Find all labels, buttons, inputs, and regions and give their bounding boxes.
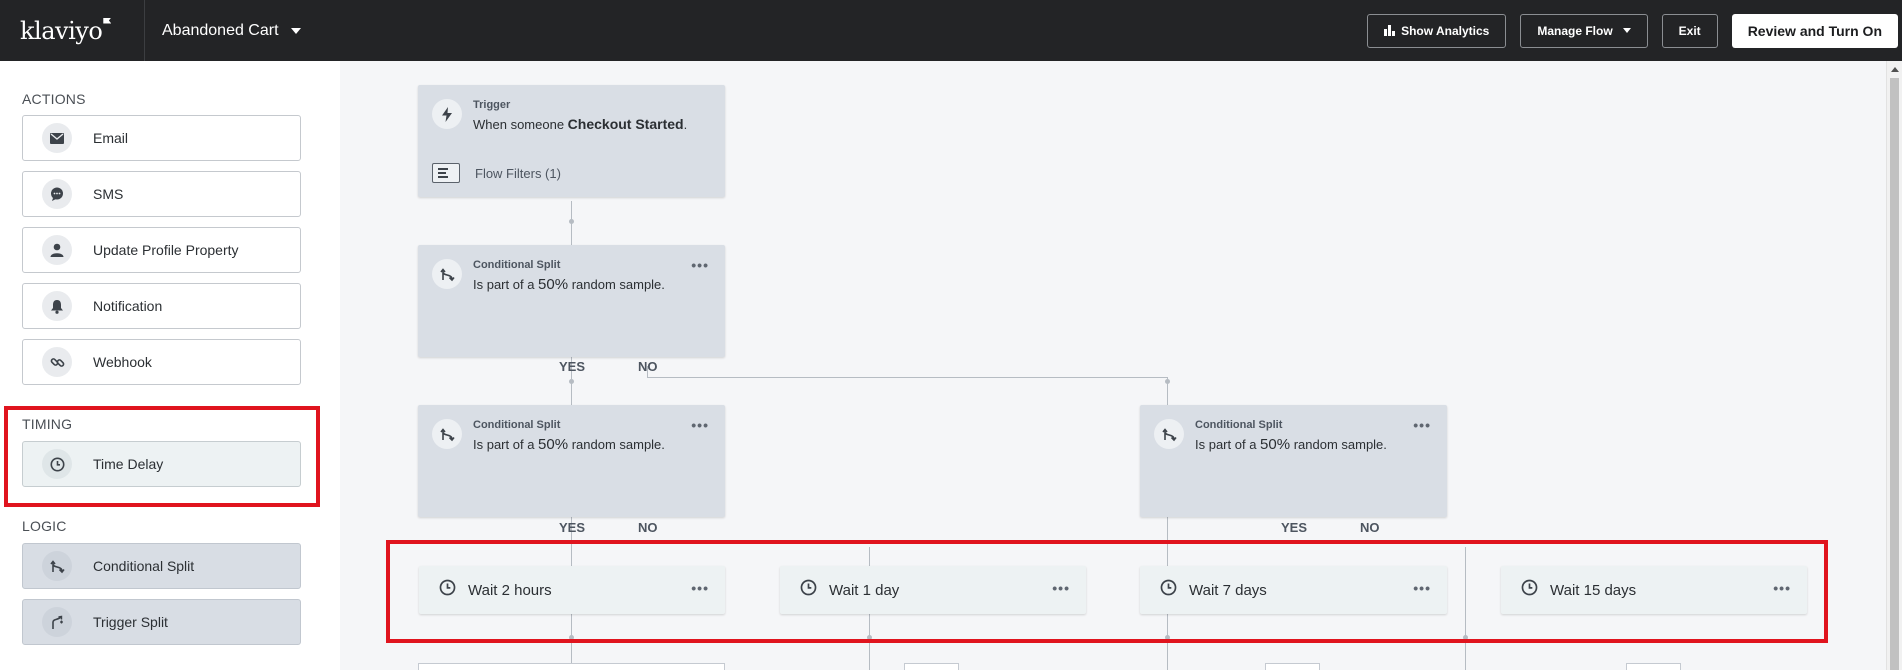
exit-label: Exit: [1678, 23, 1701, 38]
trigger-node[interactable]: Trigger When someone Checkout Started. F…: [418, 85, 725, 197]
branch-yes-label: YES: [559, 520, 586, 535]
link-icon: [42, 347, 72, 377]
top-bar: klaviyo Abandoned Cart Show Analytics Ma…: [0, 0, 1902, 61]
flow-filters-label: Flow Filters (1): [475, 165, 561, 181]
trigger-split-icon: [42, 607, 72, 637]
conditional-split-node[interactable]: Conditional Split Is part of a 50% rando…: [418, 245, 725, 357]
sidebar-item-label: Trigger Split: [93, 614, 168, 630]
branch-yes-label: YES: [1281, 520, 1308, 535]
split-icon: [1154, 419, 1184, 449]
trigger-description: When someone Checkout Started.: [473, 116, 688, 132]
sidebar-item-email[interactable]: Email: [22, 115, 301, 161]
branch-no-label: NO: [1360, 520, 1380, 535]
sidebar-item-conditional-split[interactable]: Conditional Split: [22, 543, 301, 589]
flow-filters-link[interactable]: Flow Filters (1): [432, 163, 561, 183]
branch-no-label: NO: [638, 520, 658, 535]
person-icon: [42, 235, 72, 265]
envelope-icon: [42, 123, 72, 153]
chat-bubble-icon: [42, 179, 72, 209]
manage-flow-button[interactable]: Manage Flow: [1520, 13, 1648, 48]
manage-flow-label: Manage Flow: [1537, 23, 1613, 38]
connector-dot: [1165, 379, 1170, 384]
logo-text: klaviyo: [20, 16, 103, 45]
trigger-event-name: Checkout Started: [567, 116, 684, 132]
bell-icon: [42, 291, 72, 321]
exit-button[interactable]: Exit: [1661, 13, 1718, 48]
branch-no-label: NO: [638, 359, 658, 374]
split-kicker: Conditional Split: [473, 259, 561, 271]
scrollbar-thumb[interactable]: [1890, 78, 1899, 670]
bar-chart-icon: [1384, 25, 1396, 36]
split-condition: Is part of a 50% random sample.: [473, 436, 665, 453]
split-icon: [432, 259, 462, 289]
partial-node[interactable]: [1626, 663, 1681, 670]
branch-yes-label: YES: [559, 359, 586, 374]
partial-node[interactable]: [1265, 663, 1320, 670]
conditional-split-node[interactable]: Conditional Split Is part of a 50% rando…: [1140, 405, 1447, 517]
more-menu-icon[interactable]: •••: [1413, 417, 1431, 433]
wait-row-highlight-box: [386, 540, 1828, 643]
timing-highlight-box: [4, 406, 320, 507]
sidebar-item-label: Notification: [93, 298, 163, 314]
sidebar-item-webhook[interactable]: Webhook: [22, 339, 301, 385]
split-condition: Is part of a 50% random sample.: [1195, 436, 1387, 453]
logo-flag-icon: [103, 17, 112, 24]
klaviyo-logo[interactable]: klaviyo: [0, 0, 145, 61]
sidebar-item-label: Conditional Split: [93, 558, 195, 574]
partial-node[interactable]: [904, 663, 959, 670]
review-and-turn-on-button[interactable]: Review and Turn On: [1731, 13, 1898, 48]
partial-node[interactable]: [418, 663, 725, 670]
scroll-up-icon[interactable]: [1891, 67, 1899, 72]
connector-dot: [569, 219, 574, 224]
chevron-down-icon: [1622, 28, 1631, 33]
flow-name: Abandoned Cart: [162, 21, 279, 39]
sidebar-item-trigger-split[interactable]: Trigger Split: [22, 599, 301, 645]
connector-dot: [569, 379, 574, 384]
sidebar-item-notification[interactable]: Notification: [22, 283, 301, 329]
filter-icon: [432, 163, 460, 183]
split-icon: [42, 551, 72, 581]
split-condition: Is part of a 50% random sample.: [473, 276, 665, 293]
actions-section-label: ACTIONS: [22, 91, 86, 107]
sidebar-item-label: Email: [93, 130, 129, 146]
show-analytics-label: Show Analytics: [1401, 23, 1490, 38]
sidebar: ACTIONS Email SMS Update Profile Propert…: [0, 61, 340, 670]
sidebar-item-sms[interactable]: SMS: [22, 171, 301, 217]
split-kicker: Conditional Split: [473, 419, 561, 431]
sidebar-item-label: SMS: [93, 186, 124, 202]
review-turn-on-label: Review and Turn On: [1747, 22, 1882, 39]
split-kicker: Conditional Split: [1195, 419, 1283, 431]
flow-name-dropdown[interactable]: Abandoned Cart: [162, 22, 301, 40]
more-menu-icon[interactable]: •••: [691, 417, 709, 433]
conditional-split-node[interactable]: Conditional Split Is part of a 50% rando…: [418, 405, 725, 517]
more-menu-icon[interactable]: •••: [691, 257, 709, 273]
sidebar-item-label: Webhook: [93, 354, 152, 370]
connector-line: [647, 377, 1167, 378]
sidebar-item-update-profile-property[interactable]: Update Profile Property: [22, 227, 301, 273]
trigger-kicker: Trigger: [473, 99, 511, 111]
sidebar-item-label: Update Profile Property: [93, 242, 239, 258]
split-icon: [432, 419, 462, 449]
logic-section-label: LOGIC: [22, 518, 67, 534]
lightning-icon: [432, 99, 462, 129]
chevron-down-icon: [290, 27, 301, 34]
vertical-scrollbar[interactable]: [1886, 61, 1902, 670]
show-analytics-button[interactable]: Show Analytics: [1367, 13, 1507, 48]
